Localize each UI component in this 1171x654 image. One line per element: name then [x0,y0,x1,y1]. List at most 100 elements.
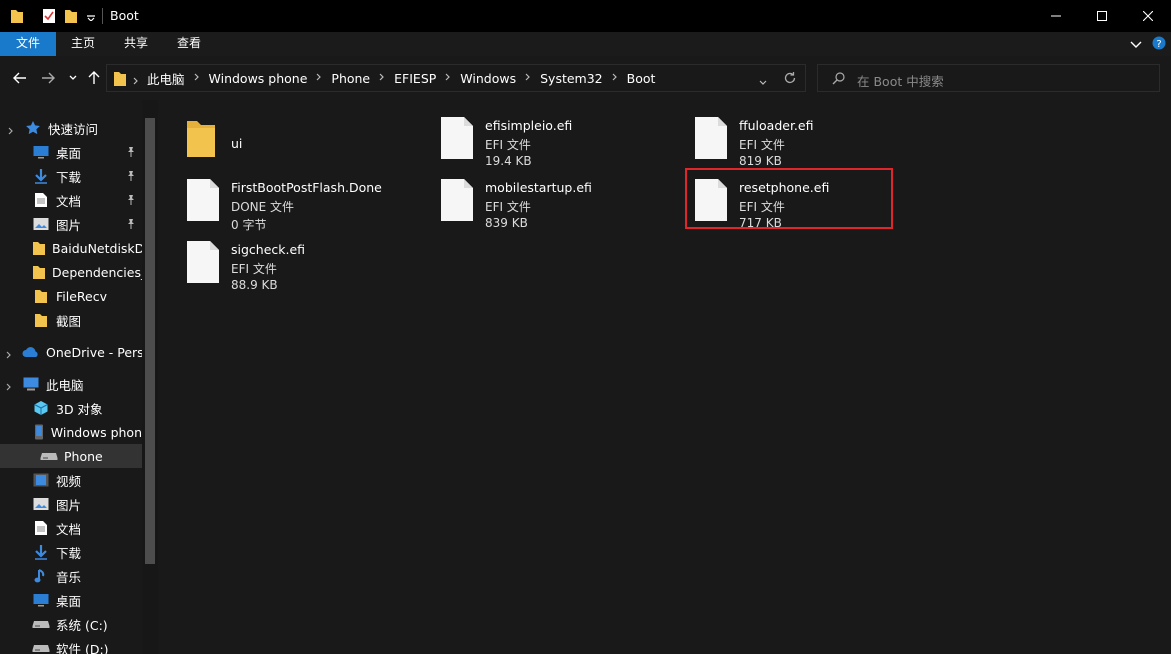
sidebar-item-label: OneDrive - Perso [46,344,142,360]
sidebar-item[interactable]: 文档 [0,516,142,540]
svg-text:?: ? [1156,39,1161,50]
navigation-pane: 快速访问 桌面 下载 文档 图片 BaiduNetdiskD Dependencies_ Fi… [0,100,158,654]
pin-icon [126,146,136,161]
folder-icon [10,8,24,27]
breadcrumb-item[interactable]: System32 [540,71,603,86]
file-item[interactable]: efisimpleio.efi EFI 文件 19.4 KB [440,112,680,170]
sidebar-item-label: 图片 [56,497,82,513]
file-item[interactable]: sigcheck.efi EFI 文件 88.9 KB [186,236,426,294]
sidebar-item-label: FileRecv [56,288,108,304]
search-input[interactable]: 在 Boot 中搜索 [857,71,944,90]
drive-icon [40,451,58,461]
cube-icon [32,400,50,416]
sidebar-item[interactable]: 此电脑 [0,372,142,396]
sidebar-item[interactable]: 桌面 [0,140,142,164]
up-button[interactable] [86,68,102,88]
sidebar-item[interactable]: Phone [0,444,142,468]
file-type: EFI 文件 [739,138,785,152]
sidebar-item[interactable]: 视频 [0,468,142,492]
sidebar-item[interactable]: Dependencies_ [0,260,142,284]
file-item[interactable]: ui [186,112,426,170]
breadcrumb-item[interactable]: Phone [331,71,370,86]
sidebar-item-label: Phone [64,448,103,464]
back-button[interactable] [10,68,30,88]
sidebar-item[interactable]: 系统 (C:) [0,612,142,636]
file-list: ui efisimpleio.efi EFI 文件 19.4 KB ffuloader.… [158,100,1171,654]
chevron-right-icon[interactable] [525,73,531,84]
breadcrumb-item[interactable]: Windows phone [209,71,308,86]
expand-chevron-icon[interactable] [6,348,12,362]
close-button[interactable] [1125,0,1171,32]
expand-chevron-icon[interactable] [6,380,12,394]
refresh-icon[interactable] [783,71,797,88]
document-icon [32,192,50,208]
sidebar-item[interactable]: 文档 [0,188,142,212]
maximize-button[interactable] [1079,0,1125,32]
content-bottom-edge [158,650,1171,654]
breadcrumb-item[interactable]: Boot [627,71,656,86]
sidebar-item[interactable]: BaiduNetdiskD [0,236,142,260]
file-name: mobilestartup.efi [485,180,592,195]
pin-icon [126,170,136,185]
chevron-down-icon[interactable] [1130,39,1142,53]
properties-icon[interactable] [42,8,56,27]
file-item[interactable]: ffuloader.efi EFI 文件 819 KB [694,112,934,170]
new-folder-icon[interactable] [64,8,78,27]
address-bar[interactable]: 此电脑 Windows phone Phone EFIESP Windows System… [106,64,806,92]
tab-home[interactable]: 主页 [60,32,106,56]
file-item[interactable]: FirstBootPostFlash.Done DONE 文件 0 字节 [186,174,426,232]
sidebar-item[interactable]: 快速访问 [0,116,142,140]
chevron-right-icon[interactable] [612,73,618,84]
chevron-right-icon[interactable] [379,73,385,84]
sidebar-item[interactable]: 桌面 [0,588,142,612]
file-name: ui [231,136,243,151]
sidebar-item[interactable]: FileRecv [0,284,142,308]
search-box[interactable]: 在 Boot 中搜索 [817,64,1160,92]
phone-icon [34,424,45,440]
video-icon [32,473,50,487]
tab-view[interactable]: 查看 [166,32,212,56]
file-type: EFI 文件 [231,262,277,276]
chevron-down-icon[interactable] [759,75,767,89]
help-icon[interactable]: ? [1152,36,1166,53]
sidebar-item-label: 视频 [56,473,82,489]
sidebar-item-label: Windows phon [50,424,142,440]
file-type: EFI 文件 [485,138,531,152]
breadcrumb-item[interactable]: 此电脑 [147,69,185,88]
sidebar-item[interactable]: Windows phon [0,420,142,444]
sidebar-item[interactable]: 图片 [0,212,142,236]
tab-share[interactable]: 共享 [113,32,159,56]
file-name: efisimpleio.efi [485,118,573,133]
file-icon [186,178,220,222]
breadcrumb-item[interactable]: Windows [460,71,516,86]
file-name: sigcheck.efi [231,242,306,257]
sidebar-item[interactable]: 下载 [0,540,142,564]
sidebar-item[interactable]: 3D 对象 [0,396,142,420]
breadcrumb-item[interactable]: EFIESP [394,71,436,86]
minimize-button[interactable] [1033,0,1079,32]
chevron-right-icon[interactable] [194,73,200,84]
file-item[interactable]: mobilestartup.efi EFI 文件 839 KB [440,174,680,232]
sidebar-item-label: 音乐 [56,569,82,585]
folder-icon [32,288,50,304]
sidebar-item[interactable]: OneDrive - Perso [0,340,142,364]
sidebar-item[interactable]: 软件 (D:) [0,636,142,654]
sidebar-item[interactable]: 音乐 [0,564,142,588]
cloud-icon [22,346,40,358]
chevron-right-icon[interactable] [316,73,322,84]
chevron-right-icon[interactable] [445,73,451,84]
expand-chevron-icon[interactable] [8,124,14,138]
sidebar-item[interactable]: 下载 [0,164,142,188]
scrollbar-thumb[interactable] [145,118,155,564]
forward-button[interactable] [38,68,58,88]
folder-icon [186,116,220,160]
sidebar-item-label: 下载 [56,545,82,561]
chevron-right-icon[interactable] [133,74,139,88]
sidebar-item[interactable]: 图片 [0,492,142,516]
recent-locations-button[interactable] [66,68,80,88]
file-size: 19.4 KB [485,154,532,168]
file-type: EFI 文件 [485,200,531,214]
sidebar-item[interactable]: 截图 [0,308,142,332]
customize-dropdown-icon[interactable] [86,10,96,24]
sidebar-scrollbar[interactable] [142,100,158,654]
